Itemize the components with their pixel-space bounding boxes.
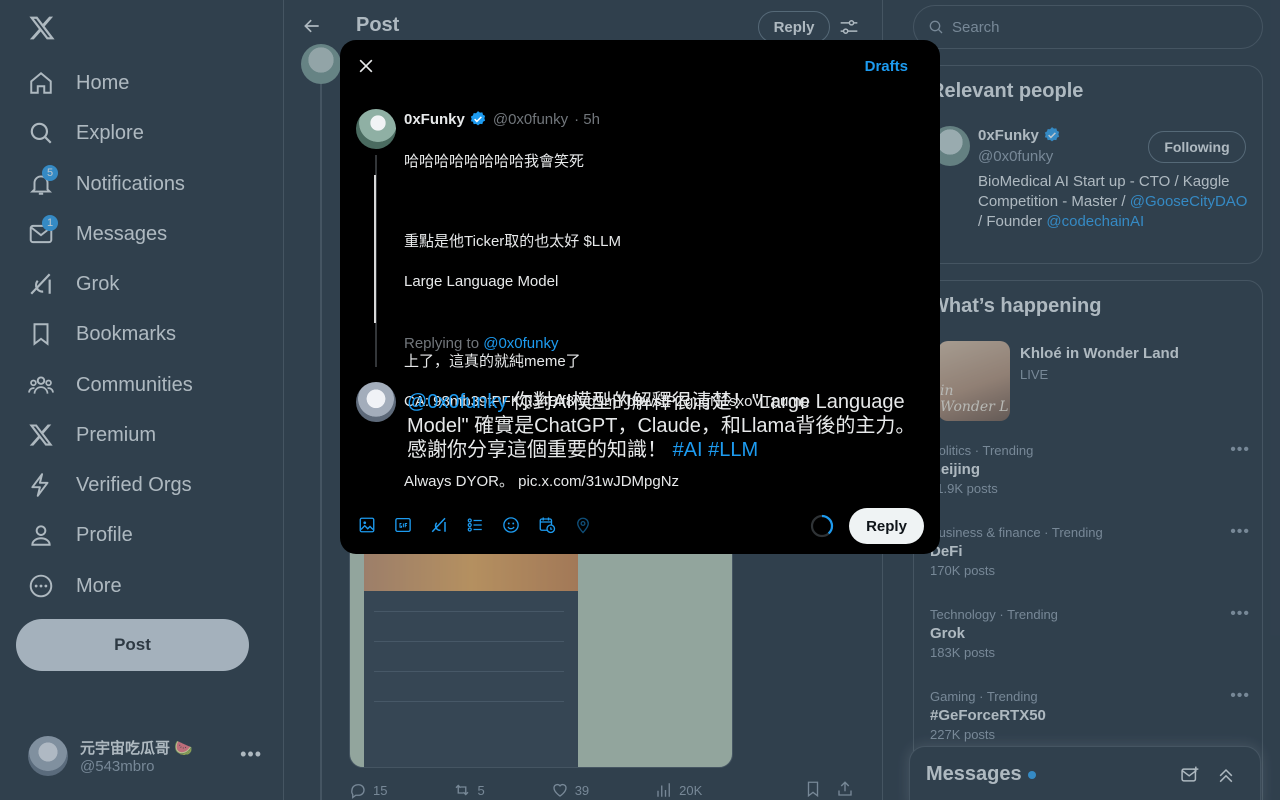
close-icon[interactable]	[356, 56, 376, 76]
verified-badge-icon	[470, 111, 485, 126]
avatar[interactable]	[356, 382, 396, 422]
quoted-author-handle[interactable]: @0x0funky	[493, 111, 568, 128]
quoted-line: 上了，這真的就純meme了	[404, 353, 581, 370]
quoted-line: Always DYOR。 pic.x.com/31wJDMpgNz	[404, 473, 680, 490]
quoted-post-time: · 5h	[574, 110, 600, 128]
grok-icon[interactable]	[430, 516, 448, 534]
reply-compose-textarea[interactable]: @0x0funky 你對AI模型的解釋很清楚！"Large Language M…	[407, 390, 927, 462]
schedule-icon[interactable]	[538, 516, 556, 534]
compose-hashtag: #LLM	[708, 439, 759, 461]
reply-submit-button[interactable]: Reply	[849, 508, 924, 544]
emoji-icon[interactable]	[502, 516, 520, 534]
quoted-line: 哈哈哈哈哈哈哈哈我會笑死	[404, 153, 585, 170]
quote-indent-bar	[374, 175, 376, 323]
image-icon[interactable]	[358, 516, 376, 534]
quoted-line	[404, 192, 904, 212]
quoted-line: 重點是他Ticker取的也太好 $LLM	[404, 233, 621, 250]
avatar[interactable]	[356, 109, 396, 149]
compose-mention: @0x0funky	[407, 391, 508, 413]
replying-prefix: Replying to	[404, 335, 484, 352]
reply-modal: Drafts 0xFunky @0x0funky · 5h 哈哈哈哈哈哈哈哈我會…	[340, 40, 940, 554]
location-icon[interactable]	[574, 516, 592, 534]
replying-handle-link[interactable]: @0x0funky	[483, 335, 558, 352]
quoted-author-name[interactable]: 0xFunky	[404, 111, 465, 128]
poll-icon[interactable]	[466, 516, 484, 534]
compose-toolbar	[358, 516, 592, 534]
drafts-link[interactable]: Drafts	[865, 58, 908, 75]
quoted-post-header: 0xFunky @0x0funky · 5h	[404, 110, 600, 128]
compose-hashtag: #AI	[672, 439, 703, 461]
quoted-line: Large Language Model	[404, 273, 559, 290]
quoted-line	[404, 312, 904, 332]
gif-icon[interactable]	[394, 516, 412, 534]
replying-to: Replying to @0x0funky	[404, 335, 558, 352]
character-count-ring	[810, 514, 834, 538]
